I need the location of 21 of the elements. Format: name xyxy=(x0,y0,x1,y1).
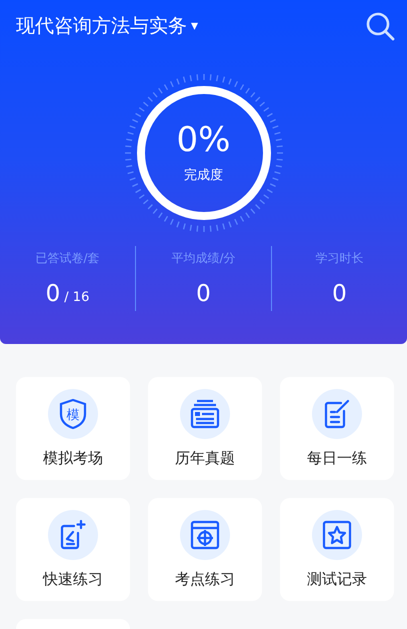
note-plus-icon xyxy=(60,520,86,550)
shield-icon: 模 xyxy=(59,399,87,429)
stat-value: 0 xyxy=(196,281,211,307)
target-window-icon xyxy=(190,520,220,550)
stat-value: 0 xyxy=(332,281,347,307)
stat-value: 0 / 16 xyxy=(46,281,90,307)
feature-tile[interactable]: 快速练习 xyxy=(16,498,130,601)
note-edit-icon xyxy=(324,399,350,429)
completion-label: 完成度 xyxy=(184,166,223,184)
search-icon[interactable] xyxy=(365,11,395,41)
stat-label: 平均成绩/分 xyxy=(171,250,236,267)
feature-tile[interactable]: 测试记录 xyxy=(280,498,394,601)
feature-tile[interactable]: 模 模拟考场 xyxy=(16,377,130,480)
newspaper-icon xyxy=(190,399,220,429)
stat-label: 学习时长 xyxy=(316,250,364,267)
completion-percent: 0% xyxy=(176,122,230,160)
course-dropdown[interactable]: 现代咨询方法与实务 ▾ xyxy=(16,13,198,39)
feature-tile[interactable]: 每日一练 xyxy=(280,377,394,480)
stat-label: 已答试卷/套 xyxy=(35,250,100,267)
feature-tile[interactable]: 考点练习 xyxy=(148,498,262,601)
feature-tile[interactable]: 历年真题 xyxy=(148,377,262,480)
